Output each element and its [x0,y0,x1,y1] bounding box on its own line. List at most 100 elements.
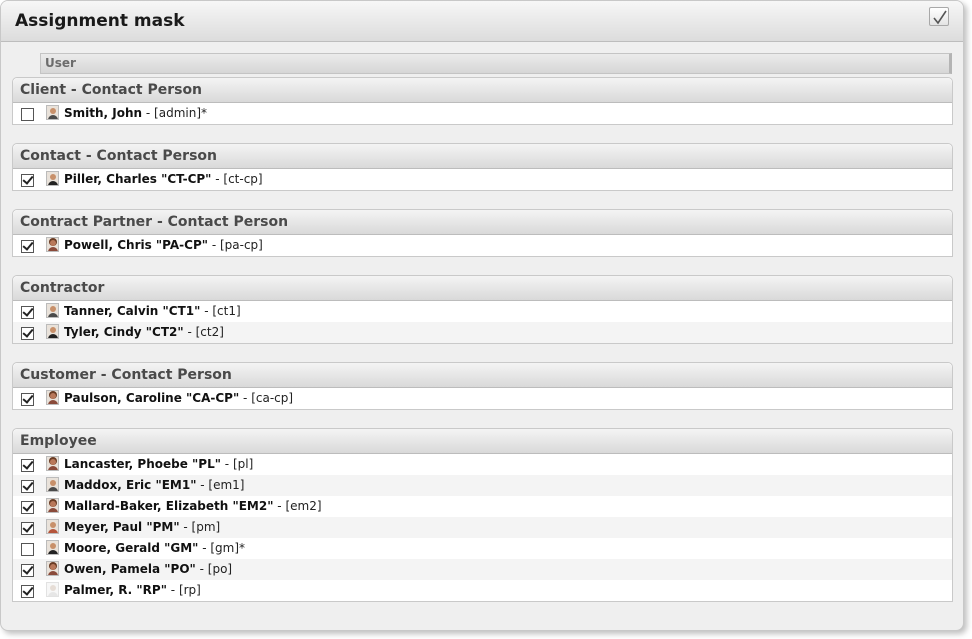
user-label: Paulson, Caroline "CA-CP" - [ca-cp] [64,391,293,405]
assign-checkbox[interactable] [21,459,34,472]
user-login: [em2] [285,499,322,513]
user-row: Smith, John - [admin]* [13,103,952,124]
user-avatar-icon [46,498,59,513]
user-login: [ct2] [195,325,224,339]
user-avatar-icon [46,303,59,318]
separator: - [220,457,233,471]
separator: - [196,478,209,492]
user-label: Moore, Gerald "GM" - [gm]* [64,541,245,555]
user-label: Tanner, Calvin "CT1" - [ct1] [64,304,241,318]
user-avatar-icon [46,390,59,405]
user-label: Maddox, Eric "EM1" - [em1] [64,478,245,492]
user-row: Tyler, Cindy "CT2" - [ct2] [13,322,952,343]
user-label: Lancaster, Phoebe "PL" - [pl] [64,457,253,471]
user-avatar-icon [46,540,59,555]
user-row: Maddox, Eric "EM1" - [em1] [13,475,952,496]
separator: - [200,304,213,318]
user-label: Meyer, Paul "PM" - [pm] [64,520,220,534]
user-login: [ct-cp] [223,172,263,186]
user-login: [ct1] [212,304,241,318]
user-row: Piller, Charles "CT-CP" - [ct-cp] [13,169,952,190]
assign-checkbox[interactable] [21,564,34,577]
user-name: Mallard-Baker, Elizabeth "EM2" [64,499,274,513]
separator: - [198,541,211,555]
dialog-title: Assignment mask [15,11,185,31]
assign-checkbox[interactable] [21,306,34,319]
user-login: [ca-cp] [251,391,294,405]
user-avatar-icon [46,456,59,471]
separator: - [179,520,192,534]
user-name: Moore, Gerald "GM" [64,541,199,555]
separator: - [273,499,286,513]
user-avatar-icon [46,519,59,534]
assign-checkbox[interactable] [21,522,34,535]
user-label: Mallard-Baker, Elizabeth "EM2" - [em2] [64,499,322,513]
user-name: Smith, John [64,106,143,120]
assign-checkbox[interactable] [21,240,34,253]
user-name: Meyer, Paul "PM" [64,520,180,534]
user-label: Smith, John - [admin]* [64,106,207,120]
user-login: [pm] [191,520,221,534]
user-login: [em1] [208,478,245,492]
user-label: Palmer, R. "RP" - [rp] [64,583,201,597]
user-row: Paulson, Caroline "CA-CP" - [ca-cp] [13,388,952,409]
user-login: [pl] [232,457,254,471]
user-avatar-icon [46,171,59,186]
separator: - [208,238,220,252]
user-row: Mallard-Baker, Elizabeth "EM2" - [em2] [13,496,952,517]
user-avatar-icon [46,105,59,120]
user-group: Contractor Tanner, Calvin "CT1" - [ct1] Ty… [12,275,953,344]
user-group: Contact - Contact Person Piller, Charles … [12,143,953,191]
user-login: [gm]* [210,541,246,555]
user-column-header[interactable]: User [40,53,952,74]
user-row: Palmer, R. "RP" - [rp] [13,580,952,601]
user-avatar-icon [46,237,59,252]
user-group: Customer - Contact Person Paulson, Caroli… [12,362,953,410]
separator: - [183,325,196,339]
assign-checkbox[interactable] [21,327,34,340]
assignment-dialog: Assignment mask User Client - Contact Pe… [0,0,964,631]
user-name: Tyler, Cindy "CT2" [64,325,184,339]
group-header: Contract Partner - Contact Person [13,210,952,235]
user-avatar-icon [46,477,59,492]
user-name: Owen, Pamela "PO" [64,562,196,576]
user-label: Powell, Chris "PA-CP" - [pa-cp] [64,238,263,252]
assign-checkbox[interactable] [21,108,34,121]
separator: - [166,583,179,597]
user-label: Owen, Pamela "PO" - [po] [64,562,232,576]
separator: - [142,106,155,120]
user-row: Owen, Pamela "PO" - [po] [13,559,952,580]
user-name: Paulson, Caroline "CA-CP" [64,391,240,405]
user-login: [pa-cp] [219,238,263,252]
user-name: Palmer, R. "RP" [64,583,167,597]
group-header: Contact - Contact Person [13,144,952,169]
assign-checkbox[interactable] [21,174,34,187]
group-header: Employee [13,429,952,454]
confirm-button[interactable] [929,7,949,26]
separator: - [211,172,224,186]
group-header: Customer - Contact Person [13,363,952,388]
user-login: [admin]* [154,106,208,120]
user-group: Employee Lancaster, Phoebe "PL" - [pl] Mad… [12,428,953,602]
separator: - [195,562,208,576]
user-avatar-icon [46,561,59,576]
dialog-titlebar: Assignment mask [1,1,963,42]
user-avatar-icon [46,324,59,339]
assign-checkbox[interactable] [21,543,34,556]
user-name: Piller, Charles "CT-CP" [64,172,212,186]
user-row: Tanner, Calvin "CT1" - [ct1] [13,301,952,322]
user-label: Tyler, Cindy "CT2" - [ct2] [64,325,224,339]
assign-checkbox[interactable] [21,501,34,514]
checkmark-icon [933,10,947,25]
user-row: Moore, Gerald "GM" - [gm]* [13,538,952,559]
user-name: Maddox, Eric "EM1" [64,478,197,492]
user-row: Powell, Chris "PA-CP" - [pa-cp] [13,235,952,256]
user-name: Tanner, Calvin "CT1" [64,304,201,318]
assign-checkbox[interactable] [21,393,34,406]
assign-checkbox[interactable] [21,480,34,493]
user-login: [rp] [178,583,201,597]
user-login: [po] [207,562,233,576]
assign-checkbox[interactable] [21,585,34,598]
separator: - [239,391,252,405]
user-label: Piller, Charles "CT-CP" - [ct-cp] [64,172,263,186]
